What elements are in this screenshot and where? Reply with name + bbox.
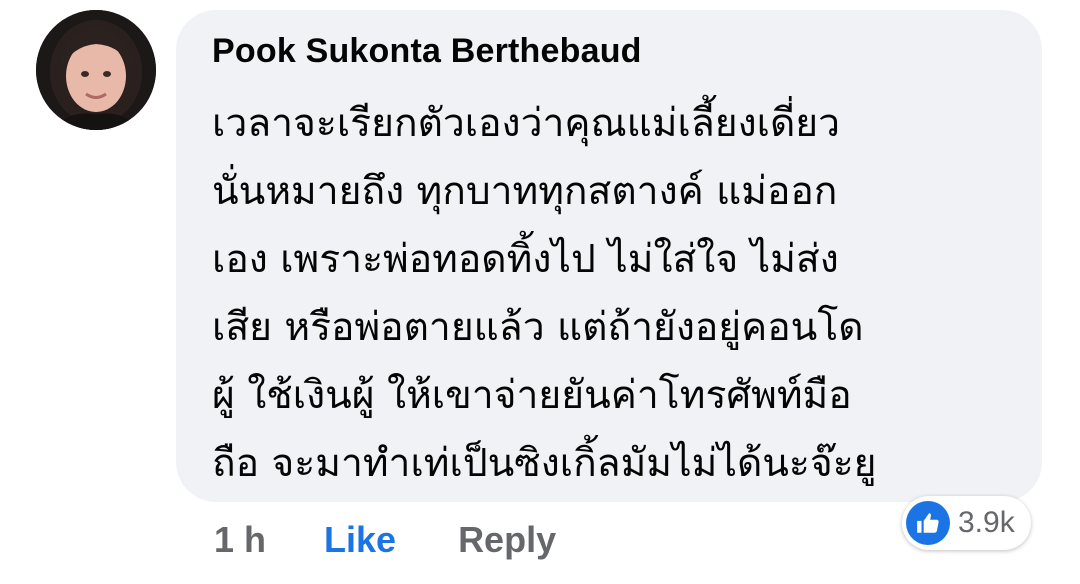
comment: Pook Sukonta Berthebaud เวลาจะเรียกตัวเอ… bbox=[0, 0, 1080, 584]
reply-button[interactable]: Reply bbox=[458, 519, 556, 561]
comment-text-line: เวลาจะเรียกตัวเองว่าคุณแม่เลี้ยงเดี่ยว bbox=[212, 101, 841, 146]
comment-bubble: Pook Sukonta Berthebaud เวลาจะเรียกตัวเอ… bbox=[176, 10, 1042, 502]
comment-text-line: นั่นหมายถึง ทุกบาททุกสตางค์ แม่ออก bbox=[212, 169, 838, 214]
avatar[interactable] bbox=[36, 10, 156, 130]
comment-actions: 1 h Like Reply bbox=[214, 515, 556, 565]
comment-text-line: ถือ จะมาทำเท่เป็นซิงเกิ้ลมัมไม่ได้นะจ๊ะย… bbox=[212, 441, 877, 486]
thumbs-up-icon bbox=[906, 501, 950, 545]
comment-text-line: ผู้ ใช้เงินผู้ ให้เขาจ่ายยันค่าโทรศัพท์ม… bbox=[212, 373, 852, 418]
comment-timestamp[interactable]: 1 h bbox=[214, 519, 266, 561]
reaction-summary[interactable]: 3.9k bbox=[902, 496, 1031, 550]
reaction-count: 3.9k bbox=[958, 506, 1015, 539]
comment-text: เวลาจะเรียกตัวเองว่าคุณแม่เลี้ยงเดี่ยว น… bbox=[212, 90, 1012, 498]
comment-text-line: เอง เพราะพ่อทอดทิ้งไป ไม่ใส่ใจ ไม่ส่ง bbox=[212, 237, 839, 282]
comment-author[interactable]: Pook Sukonta Berthebaud bbox=[212, 32, 642, 71]
avatar-photo bbox=[36, 10, 156, 130]
like-button[interactable]: Like bbox=[324, 519, 396, 561]
comment-text-line: เสีย หรือพ่อตายแล้ว แต่ถ้ายังอยู่คอนโด bbox=[212, 305, 864, 350]
